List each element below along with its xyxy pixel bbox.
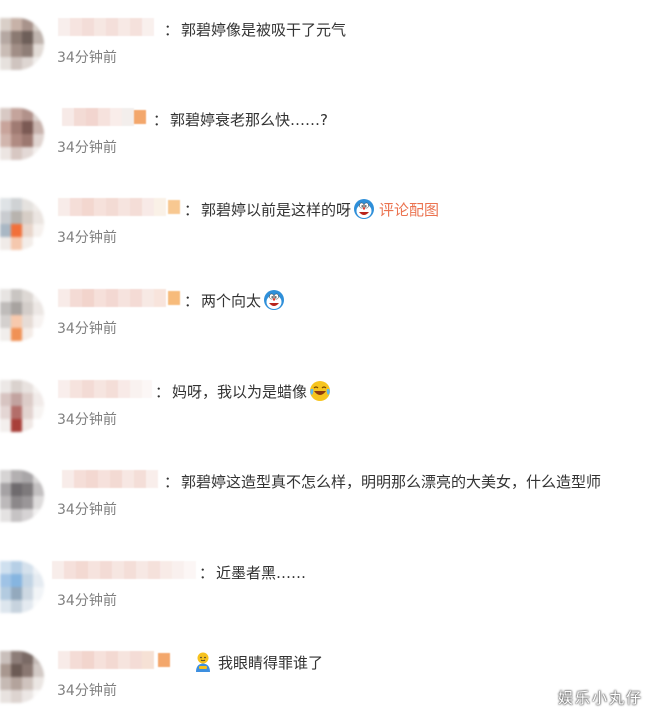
colon-separator: ： bbox=[199, 564, 215, 582]
comment-text-line: ：郭碧婷衰老那么快……? bbox=[153, 108, 328, 132]
avatar[interactable] bbox=[0, 561, 44, 613]
avatar[interactable] bbox=[0, 651, 44, 703]
username-blurred[interactable] bbox=[58, 198, 182, 216]
comment-image-link[interactable]: 评论配图 bbox=[379, 201, 439, 219]
comment-item: ：近墨者黑…… 34分钟前 bbox=[0, 561, 653, 651]
comment-text-line: ：近墨者黑…… bbox=[199, 561, 306, 585]
comment-time[interactable]: 34分钟前 bbox=[57, 591, 117, 611]
blue-figure-emoji-icon bbox=[196, 652, 210, 672]
comment-text: 两个向太 bbox=[201, 292, 262, 310]
comment-text: 郭碧婷衰老那么快……? bbox=[170, 111, 328, 129]
comment-item: ：妈呀，我以为是蜡像 34分钟前 bbox=[0, 380, 653, 470]
username-blurred[interactable] bbox=[58, 380, 152, 398]
comment-item: ：两个向太 34分钟前 bbox=[0, 289, 653, 379]
comment-text: 近墨者黑…… bbox=[216, 564, 307, 582]
doraemon-face-icon bbox=[354, 199, 375, 219]
comment-list: ：郭碧婷像是被吸干了元气 34分钟前 ： 郭碧婷衰老那么快……? 34分钟前 ：… bbox=[0, 0, 653, 718]
comment-item: ：郭碧婷像是被吸干了元气 34分钟前 bbox=[0, 18, 653, 108]
comment-text-line: ：郭碧婷以前是这样的呀 评论配图 bbox=[184, 198, 439, 222]
comment-time[interactable]: 34分钟前 bbox=[57, 681, 117, 701]
comment-text-line: ：郭碧婷这造型真不怎么样，明明那么漂亮的大美女，什么造型师 bbox=[164, 470, 601, 494]
comment-time[interactable]: 34分钟前 bbox=[57, 500, 117, 520]
comment-item: ：郭碧婷衰老那么快……? 34分钟前 bbox=[0, 108, 653, 198]
avatar[interactable] bbox=[0, 380, 44, 432]
colon-separator: ： bbox=[184, 201, 200, 219]
colon-separator: ： bbox=[164, 473, 180, 491]
colon-separator: ： bbox=[155, 383, 171, 401]
avatar[interactable] bbox=[0, 18, 44, 70]
comment-item: ：郭碧婷以前是这样的呀 评论配图 34分钟前 bbox=[0, 198, 653, 288]
comment-time[interactable]: 34分钟前 bbox=[57, 48, 117, 68]
username-blurred[interactable] bbox=[52, 561, 196, 579]
comment-text-line: ：两个向太 bbox=[184, 289, 285, 313]
colon-separator: ： bbox=[153, 111, 169, 129]
colon-separator: ： bbox=[164, 21, 180, 39]
username-blurred[interactable] bbox=[62, 108, 152, 126]
username-blurred[interactable] bbox=[58, 289, 182, 307]
comment-text-line: 我眼睛得罪谁了 bbox=[192, 651, 323, 675]
username-blurred[interactable] bbox=[58, 651, 174, 669]
comment-time[interactable]: 34分钟前 bbox=[57, 410, 117, 430]
comment-time[interactable]: 34分钟前 bbox=[57, 138, 117, 158]
comment-item: ：郭碧婷这造型真不怎么样，明明那么漂亮的大美女，什么造型师 34分钟前 bbox=[0, 470, 653, 560]
comment-text: 郭碧婷像是被吸干了元气 bbox=[181, 21, 347, 39]
comment-text-line: ：郭碧婷像是被吸干了元气 bbox=[164, 18, 346, 42]
doraemon-face-icon bbox=[264, 290, 285, 310]
laughing-crying-face-icon bbox=[310, 381, 331, 401]
colon-separator: ： bbox=[184, 292, 200, 310]
comment-text: 妈呀，我以为是蜡像 bbox=[172, 383, 308, 401]
comment-time[interactable]: 34分钟前 bbox=[57, 319, 117, 339]
comment-time[interactable]: 34分钟前 bbox=[57, 228, 117, 248]
avatar[interactable] bbox=[0, 289, 44, 341]
comment-text: 我眼睛得罪谁了 bbox=[218, 654, 324, 672]
avatar[interactable] bbox=[0, 198, 44, 250]
username-blurred[interactable] bbox=[62, 470, 160, 488]
comment-text-line: ：妈呀，我以为是蜡像 bbox=[155, 380, 331, 404]
watermark: 娱乐小丸仔 bbox=[557, 689, 643, 707]
avatar[interactable] bbox=[0, 470, 44, 522]
comment-item: 我眼睛得罪谁了 34分钟前 bbox=[0, 651, 653, 718]
username-blurred[interactable] bbox=[58, 18, 160, 36]
comment-text: 郭碧婷以前是这样的呀 bbox=[201, 201, 352, 219]
comment-text: 郭碧婷这造型真不怎么样，明明那么漂亮的大美女，什么造型师 bbox=[181, 473, 602, 491]
avatar[interactable] bbox=[0, 108, 44, 160]
